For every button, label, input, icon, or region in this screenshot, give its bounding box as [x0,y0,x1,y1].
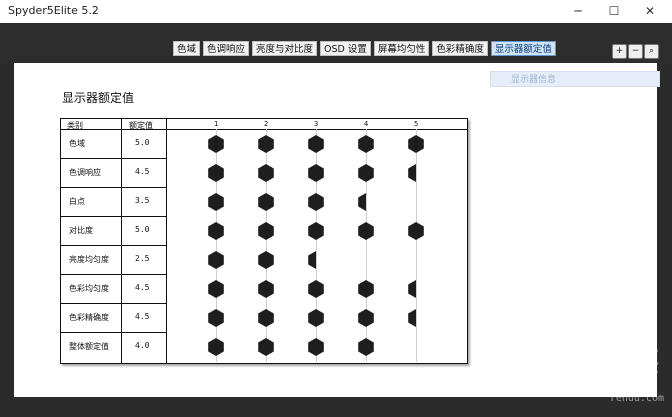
column-number-1: 1 [214,120,219,128]
hexagon-icon [308,134,324,153]
maximize-button[interactable]: ☐ [596,0,632,22]
hexagon-icon [408,134,424,153]
hexagon-icon [258,134,274,153]
row-rating-value: 4.5 [135,166,150,176]
hexagon-icon [258,250,274,269]
hexagon-icon [308,279,324,298]
row-category-label: 色调响应 [69,167,101,177]
row-rating-value: 2.5 [135,253,150,263]
hexagon-icon [258,308,274,327]
half-hexagon-icon [358,192,366,211]
hexagon-icon [208,221,224,240]
half-hexagon-icon [408,163,416,182]
hexagon-icon [258,279,274,298]
row-divider [61,303,167,304]
title-bar: Spyder5Elite 5.2 ─ ☐ ✕ [0,0,672,24]
hexagon-icon [258,192,274,211]
tab-screen-uniformity[interactable]: 屏幕均匀性 [373,41,430,56]
row-divider [61,245,167,246]
row-category-label: 对比度 [69,225,93,235]
hexagon-icon [208,250,224,269]
hexagon-icon [208,279,224,298]
half-hexagon-icon [408,279,416,298]
hexagon-icon [308,337,324,356]
row-category-label: 白点 [69,196,85,206]
tab-osd-settings[interactable]: OSD 设置 [320,41,371,56]
hexagon-icon [208,192,224,211]
minimize-button[interactable]: ─ [560,0,596,22]
hexagon-icon [258,337,274,356]
zoom-out-icon[interactable]: − [628,44,643,59]
column-divider [166,119,167,363]
row-rating-value: 4.5 [135,282,150,292]
tab-color-accuracy[interactable]: 色彩精确度 [432,41,488,56]
status-bar [0,397,672,417]
row-divider [61,158,167,159]
page-title: 显示器额定值 [62,91,135,105]
rating-table: 类别 额定值 1 2 3 4 5 色域 5.0 色调响应 4.5 白点 3.5 对比度 5.0 亮度均匀度… [60,118,468,364]
hexagon-icon [208,163,224,182]
hexagon-icon [308,192,324,211]
half-hexagon-icon [408,308,416,327]
row-category-label: 亮度均匀度 [69,254,109,264]
half-hexagon-icon [308,250,316,269]
column-divider [121,119,122,363]
hexagon-icon [358,134,374,153]
hexagon-icon [208,337,224,356]
hexagon-icon [358,163,374,182]
column-number-4: 4 [364,120,369,128]
row-category-label: 色彩均匀度 [69,283,109,293]
zoom-reset-icon[interactable]: ⌕ [644,44,659,59]
hexagon-icon [358,337,374,356]
row-rating-value: 5.0 [135,137,150,147]
tab-strip: 色域 色调响应 亮度与对比度 OSD 设置 屏幕均匀性 色彩精确度 显示器额定值 [173,41,556,56]
tab-gamut[interactable]: 色域 [173,41,201,56]
app-title: Spyder5Elite 5.2 [8,4,99,17]
row-category-label: 色域 [69,138,85,148]
tab-band: 色域 色调响应 亮度与对比度 OSD 设置 屏幕均匀性 色彩精确度 显示器额定值 [0,23,672,63]
hexagon-icon [408,221,424,240]
tab-tone-response[interactable]: 色调响应 [203,41,250,56]
hexagon-icon [308,221,324,240]
tab-display-rating[interactable]: 显示器额定值 [490,41,556,56]
row-divider [61,274,167,275]
row-rating-value: 4.5 [135,311,150,321]
hexagon-icon [258,163,274,182]
row-category-label: 整体额定值 [69,341,109,351]
row-category-label: 色彩精确度 [69,312,109,322]
row-rating-value: 3.5 [135,195,150,205]
hexagon-icon [358,221,374,240]
row-rating-value: 4.0 [135,340,150,350]
hexagon-icon [358,308,374,327]
row-divider [61,216,167,217]
hexagon-icon [208,134,224,153]
watermark-text: 值得买 [571,345,662,378]
close-button[interactable]: ✕ [632,0,668,22]
report-page: 显示器信息 显示器额定值 类别 额定值 1 2 3 4 5 色域 5.0 色调响应 4.5 白点 3… [14,63,660,397]
tab-brightness-contrast[interactable]: 亮度与对比度 [252,41,318,56]
hexagon-icon [308,163,324,182]
zoom-in-icon[interactable]: + [612,44,627,59]
column-number-5: 5 [414,120,419,128]
column-number-2: 2 [264,120,269,128]
hexagon-icon [308,308,324,327]
row-rating-value: 5.0 [135,224,150,234]
display-info-button[interactable]: 显示器信息 [490,71,660,87]
hexagon-icon [358,279,374,298]
watermark-url: renuu.com [609,393,664,404]
column-number-3: 3 [314,120,319,128]
hexagon-icon [258,221,274,240]
hexagon-icon [208,308,224,327]
row-divider [61,187,167,188]
row-divider [61,332,167,333]
